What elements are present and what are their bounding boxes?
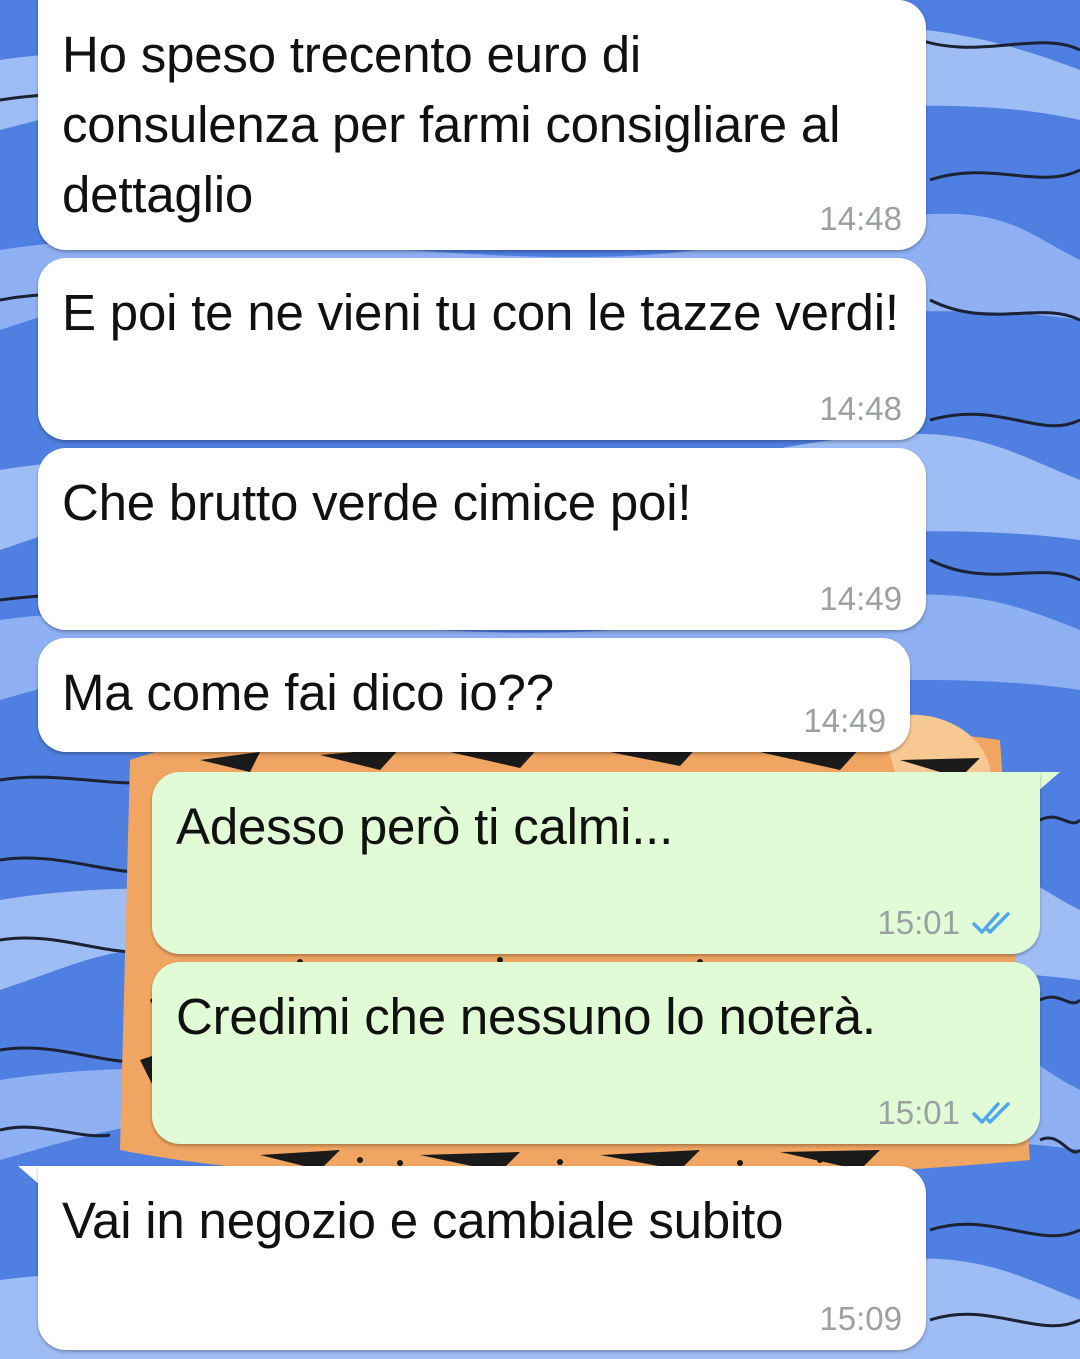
message-time: 15:09 bbox=[819, 1300, 902, 1337]
message-meta: 15:01 bbox=[877, 1094, 1016, 1132]
message-text: Ma come fai dico io?? bbox=[62, 664, 554, 721]
double-check-read-icon bbox=[972, 1102, 1010, 1124]
message-time: 14:48 bbox=[819, 200, 902, 237]
message-meta: 15:01 bbox=[877, 904, 1016, 942]
message-text: Adesso però ti calmi... bbox=[176, 798, 674, 855]
message-meta: 14:49 bbox=[803, 702, 886, 740]
message-meta: 15:09 bbox=[819, 1300, 902, 1338]
message-time: 14:49 bbox=[819, 580, 902, 617]
message-text: Che brutto verde cimice poi! bbox=[62, 474, 692, 531]
double-check-read-icon bbox=[972, 912, 1010, 934]
message-meta: 14:49 bbox=[819, 580, 902, 618]
message-bubble-incoming[interactable]: E poi te ne vieni tu con le tazze verdi!… bbox=[38, 258, 926, 440]
message-meta: 14:48 bbox=[819, 200, 902, 238]
message-bubble-incoming[interactable]: Che brutto verde cimice poi! 14:49 bbox=[38, 448, 926, 630]
message-text: Credimi che nessuno lo noterà. bbox=[176, 988, 876, 1045]
message-time: 15:01 bbox=[877, 904, 960, 941]
message-bubble-outgoing[interactable]: Credimi che nessuno lo noterà. 15:01 bbox=[152, 962, 1040, 1144]
message-text: Vai in negozio e cambiale subito bbox=[62, 1192, 784, 1249]
message-text: Ho speso trecento euro di consulenza per… bbox=[62, 26, 841, 223]
message-bubble-incoming[interactable]: Ma come fai dico io?? 14:49 bbox=[38, 638, 910, 752]
message-bubble-incoming[interactable]: Ho speso trecento euro di consulenza per… bbox=[38, 0, 926, 250]
message-time: 14:49 bbox=[803, 702, 886, 739]
message-meta: 14:48 bbox=[819, 390, 902, 428]
message-bubble-outgoing[interactable]: Adesso però ti calmi... 15:01 bbox=[152, 772, 1040, 954]
message-time: 14:48 bbox=[819, 390, 902, 427]
message-bubble-incoming[interactable]: Vai in negozio e cambiale subito 15:09 bbox=[38, 1166, 926, 1350]
message-text: E poi te ne vieni tu con le tazze verdi! bbox=[62, 284, 899, 341]
message-time: 15:01 bbox=[877, 1094, 960, 1131]
